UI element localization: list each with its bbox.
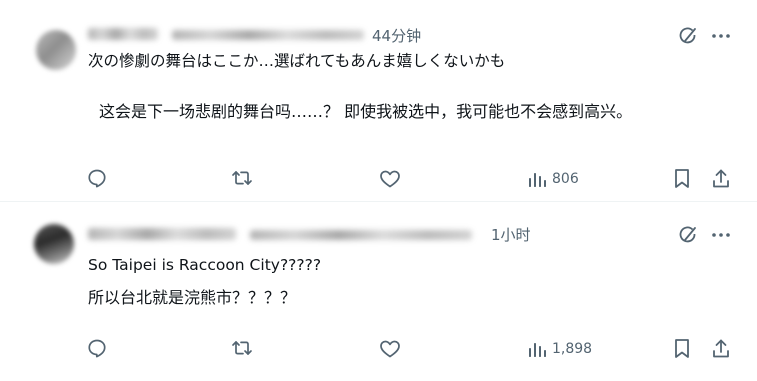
avatar[interactable] [34, 224, 74, 264]
grok-icon[interactable] [678, 225, 698, 245]
bookmark-icon [675, 169, 689, 188]
views-count: 1,898 [552, 341, 593, 357]
share-icon [713, 339, 729, 358]
repost-icon [232, 171, 252, 185]
share-icon [713, 169, 729, 188]
repost-button[interactable] [231, 338, 253, 358]
post-text-translation: 这会是下一场悲剧的舞台吗……？ 即使我被选中，我可能也不会感到高兴。 [99, 102, 633, 121]
grok-icon[interactable] [678, 26, 698, 46]
author-name-redacted[interactable] [88, 228, 236, 240]
reply-button[interactable] [87, 168, 107, 188]
avatar[interactable] [36, 30, 76, 70]
views-icon [529, 343, 546, 357]
post-timestamp[interactable]: 44分钟 [372, 25, 421, 46]
views-button[interactable]: 1,898 [527, 339, 592, 359]
author-handle-redacted [250, 230, 472, 240]
repost-icon [232, 341, 252, 355]
post-text-translation: 所以台北就是浣熊市？？？？ [88, 288, 297, 307]
more-options-icon[interactable] [711, 232, 731, 238]
views-icon [529, 173, 546, 187]
like-button[interactable] [379, 339, 401, 359]
like-icon [380, 170, 400, 188]
views-button[interactable]: 806 [527, 169, 579, 189]
reply-icon [88, 339, 106, 358]
bookmark-icon [675, 339, 689, 358]
post[interactable]: 1小时 So Taipei is Raccoon City????? 所以台北就… [0, 202, 757, 381]
post-text-original: 次の惨劇の舞台はここか…選ばれてもあんま嬉しくないかも [88, 52, 506, 70]
reply-icon [88, 169, 106, 188]
bookmark-button[interactable] [673, 168, 691, 189]
like-button[interactable] [379, 169, 401, 189]
bookmark-button[interactable] [673, 338, 691, 359]
post-timestamp[interactable]: 1小时 [491, 224, 531, 245]
author-handle-redacted [172, 30, 364, 40]
more-options-icon[interactable] [711, 33, 731, 39]
repost-button[interactable] [231, 168, 253, 188]
post-text-original: So Taipei is Raccoon City????? [88, 256, 322, 274]
like-icon [380, 340, 400, 358]
post[interactable]: 44分钟 次の惨劇の舞台はここか…選ばれてもあんま嬉しくないかも 这会是下一场悲… [0, 0, 757, 201]
author-name-redacted[interactable] [88, 28, 158, 40]
share-button[interactable] [711, 338, 731, 359]
views-count: 806 [552, 171, 579, 187]
reply-button[interactable] [87, 338, 107, 358]
share-button[interactable] [711, 168, 731, 189]
